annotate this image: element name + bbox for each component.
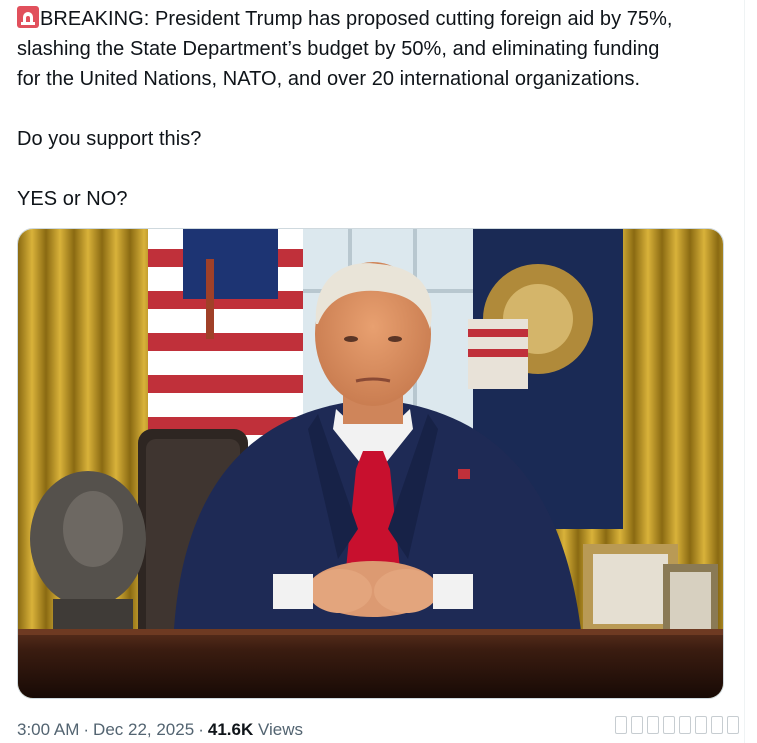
tweet-time[interactable]: 3:00 AM bbox=[17, 720, 79, 739]
oval-office-portrait-image bbox=[18, 229, 723, 698]
views-count: 41.6K bbox=[207, 720, 254, 739]
us-flag bbox=[148, 229, 303, 459]
tweet-photo[interactable] bbox=[17, 228, 724, 699]
tweet-date[interactable]: Dec 22, 2025 bbox=[93, 720, 194, 739]
police-car-light-icon bbox=[17, 6, 39, 28]
tweet-poll-prompt: YES or NO? bbox=[17, 188, 128, 210]
timeline-border bbox=[744, 0, 745, 743]
views-label: Views bbox=[257, 720, 304, 739]
tweet-meta: 3:00 AM · Dec 22, 2025 · 41.6K Views bbox=[17, 720, 303, 740]
tweet-text: BREAKING: President Trump has proposed c… bbox=[17, 4, 737, 214]
watermark-logo bbox=[609, 712, 739, 738]
separator: · bbox=[83, 720, 90, 739]
tweet-line-1: BREAKING: President Trump has proposed c… bbox=[17, 4, 737, 34]
separator: · bbox=[198, 720, 204, 739]
tweet-question: Do you support this? bbox=[17, 128, 202, 150]
tweet-line-2: slashing the State Department’s budget b… bbox=[17, 38, 660, 60]
tweet-line-1-text: BREAKING: President Trump has proposed c… bbox=[40, 8, 673, 30]
tweet-line-3: for the United Nations, NATO, and over 2… bbox=[17, 68, 641, 90]
